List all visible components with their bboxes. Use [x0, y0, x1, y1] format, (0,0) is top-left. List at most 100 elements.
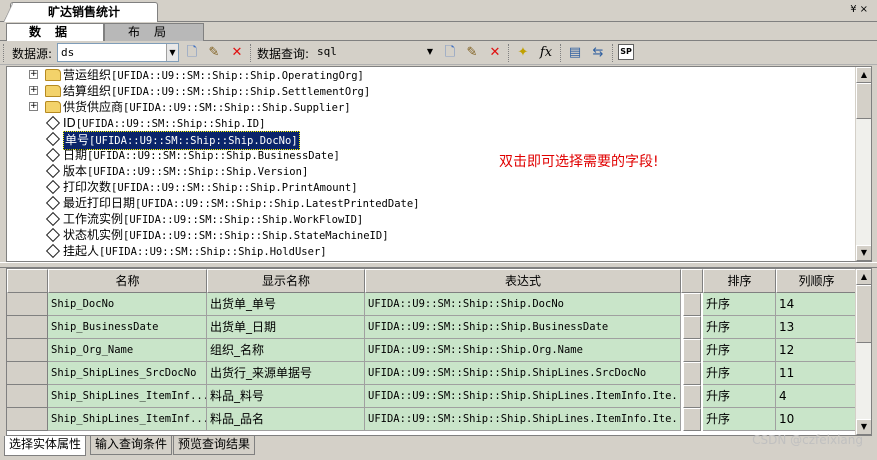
sql-icon[interactable]: SP — [618, 44, 634, 60]
cell-column-order[interactable]: 11 — [776, 362, 857, 385]
window-controls[interactable]: ¥× — [850, 4, 871, 15]
cell-display-name[interactable]: 出货行_来源单据号 — [207, 362, 365, 385]
edit-icon[interactable]: ✎ — [463, 44, 481, 62]
toolbar-grip[interactable] — [560, 44, 563, 62]
preview-icon[interactable]: ▤ — [566, 44, 584, 62]
tab-data[interactable]: 数据 — [6, 23, 104, 41]
cell-expression[interactable]: UFIDA::U9::SM::Ship::Ship.BusinessDate — [365, 316, 681, 339]
scroll-down-icon[interactable]: ▼ — [856, 245, 871, 261]
expand-icon[interactable]: + — [29, 70, 38, 79]
cell-column-order[interactable]: 13 — [776, 316, 857, 339]
cell-name[interactable]: Ship_ShipLines_ItemInf... — [48, 408, 207, 431]
cell-display-name[interactable]: 出货单_日期 — [207, 316, 365, 339]
tab-layout[interactable]: 布局 — [104, 23, 204, 41]
scroll-up-icon[interactable]: ▲ — [856, 67, 871, 83]
close-icon[interactable]: × — [860, 4, 871, 15]
expression-edit-button[interactable] — [683, 293, 701, 316]
toolbar-grip[interactable] — [250, 44, 253, 62]
tree-node-label: 最近打印日期[UFIDA::U9::SM::Ship::Ship.LatestP… — [63, 195, 420, 212]
row-header[interactable] — [7, 316, 48, 339]
refresh-icon[interactable]: ⇆ — [589, 44, 607, 62]
header-name[interactable]: 名称 — [48, 269, 207, 293]
header-display-name[interactable]: 显示名称 — [207, 269, 365, 293]
cell-display-name[interactable]: 料品_品名 — [207, 408, 365, 431]
header-button — [681, 269, 703, 293]
expression-edit-button[interactable] — [683, 362, 701, 385]
cell-expression[interactable]: UFIDA::U9::SM::Ship::Ship.ShipLines.Item… — [365, 385, 681, 408]
cell-display-name[interactable]: 组织_名称 — [207, 339, 365, 362]
cell-name[interactable]: Ship_ShipLines_SrcDocNo — [48, 362, 207, 385]
field-icon — [45, 179, 61, 195]
cell-display-name[interactable]: 料品_料号 — [207, 385, 365, 408]
row-header[interactable] — [7, 362, 48, 385]
table-row[interactable]: Ship_ShipLines_ItemInf... 料品_品名 UFIDA::U9:… — [7, 408, 857, 431]
wizard-icon[interactable]: ✦ — [514, 44, 532, 62]
field-grid[interactable]: 名称 显示名称 表达式 排序 列顺序 Ship_DocNo 出货单_单号 UFIDA… — [6, 268, 872, 436]
expression-edit-button[interactable] — [683, 385, 701, 408]
chevron-down-icon[interactable]: ▼ — [424, 43, 436, 60]
pin-icon[interactable]: ¥ — [850, 4, 859, 15]
header-sort[interactable]: 排序 — [703, 269, 776, 293]
cell-display-name[interactable]: 出货单_单号 — [207, 293, 365, 316]
scroll-up-icon[interactable]: ▲ — [856, 269, 871, 285]
document-tab-strip: 旷达销售统计 ¥× — [0, 0, 877, 23]
new-doc-icon[interactable]: 🗋 — [183, 44, 201, 62]
cell-expression[interactable]: UFIDA::U9::SM::Ship::Ship.DocNo — [365, 293, 681, 316]
cell-sort[interactable]: 升序 — [703, 408, 776, 431]
cell-name[interactable]: Ship_DocNo — [48, 293, 207, 316]
toolbar-grip[interactable] — [612, 44, 615, 62]
cell-sort[interactable]: 升序 — [703, 293, 776, 316]
cell-name[interactable]: Ship_Org_Name — [48, 339, 207, 362]
datasource-select[interactable]: ds ▼ — [57, 43, 179, 62]
function-icon[interactable]: fx — [537, 44, 555, 62]
cell-sort[interactable]: 升序 — [703, 385, 776, 408]
scroll-thumb[interactable] — [856, 83, 871, 119]
tab-preview-query-results[interactable]: 预览查询结果 — [173, 436, 256, 455]
document-tab[interactable]: 旷达销售统计 — [3, 2, 158, 23]
cell-column-order[interactable]: 14 — [776, 293, 857, 316]
grid-scrollbar[interactable]: ▲ ▼ — [855, 269, 871, 435]
table-row[interactable]: Ship_Org_Name 组织_名称 UFIDA::U9::SM::Ship::S… — [7, 339, 857, 362]
edit-icon[interactable]: ✎ — [205, 44, 223, 62]
query-select[interactable]: sql ▼ — [314, 43, 436, 62]
cell-expression[interactable]: UFIDA::U9::SM::Ship::Ship.Org.Name — [365, 339, 681, 362]
cell-sort[interactable]: 升序 — [703, 339, 776, 362]
toolbar-grip[interactable] — [508, 44, 511, 62]
table-row[interactable]: Ship_ShipLines_SrcDocNo 出货行_来源单据号 UFIDA::U… — [7, 362, 857, 385]
chevron-down-icon[interactable]: ▼ — [166, 44, 178, 61]
row-header[interactable] — [7, 293, 48, 316]
cell-expression[interactable]: UFIDA::U9::SM::Ship::Ship.ShipLines.SrcD… — [365, 362, 681, 385]
scroll-thumb[interactable] — [856, 285, 871, 343]
tab-select-entity-attributes[interactable]: 选择实体属性 — [4, 436, 87, 456]
expand-icon[interactable]: + — [29, 86, 38, 95]
cell-column-order[interactable]: 4 — [776, 385, 857, 408]
row-header[interactable] — [7, 408, 48, 431]
row-header[interactable] — [7, 385, 48, 408]
delete-icon[interactable]: ✕ — [228, 44, 246, 62]
expression-edit-button[interactable] — [683, 408, 701, 431]
cell-expression[interactable]: UFIDA::U9::SM::Ship::Ship.ShipLines.Item… — [365, 408, 681, 431]
entity-tree[interactable]: + 营运组织[UFIDA::U9::SM::Ship::Ship.Operatin… — [6, 66, 872, 262]
expression-edit-button[interactable] — [683, 339, 701, 362]
tree-node-label: 营运组织[UFIDA::U9::SM::Ship::Ship.Operating… — [63, 67, 364, 84]
cell-name[interactable]: Ship_ShipLines_ItemInf... — [48, 385, 207, 408]
toolbar-grip[interactable] — [3, 44, 6, 62]
expand-icon[interactable]: + — [29, 102, 38, 111]
tab-input-query-conditions[interactable]: 输入查询条件 — [90, 436, 173, 455]
cell-name[interactable]: Ship_BusinessDate — [48, 316, 207, 339]
row-header[interactable] — [7, 339, 48, 362]
table-row[interactable]: Ship_ShipLines_ItemInf... 料品_料号 UFIDA::U9:… — [7, 385, 857, 408]
field-icon — [45, 147, 61, 163]
tree-scrollbar[interactable]: ▲ ▼ — [855, 67, 871, 261]
cell-sort[interactable]: 升序 — [703, 362, 776, 385]
cell-column-order[interactable]: 12 — [776, 339, 857, 362]
table-row[interactable]: Ship_DocNo 出货单_单号 UFIDA::U9::SM::Ship::Shi… — [7, 293, 857, 316]
expression-edit-button[interactable] — [683, 316, 701, 339]
delete-icon[interactable]: ✕ — [486, 44, 504, 62]
header-column-order[interactable]: 列顺序 — [776, 269, 857, 293]
table-row[interactable]: Ship_BusinessDate 出货单_日期 UFIDA::U9::SM::Sh… — [7, 316, 857, 339]
cell-column-order[interactable]: 10 — [776, 408, 857, 431]
header-expression[interactable]: 表达式 — [365, 269, 681, 293]
cell-sort[interactable]: 升序 — [703, 316, 776, 339]
new-doc-icon[interactable]: 🗋 — [441, 44, 459, 62]
